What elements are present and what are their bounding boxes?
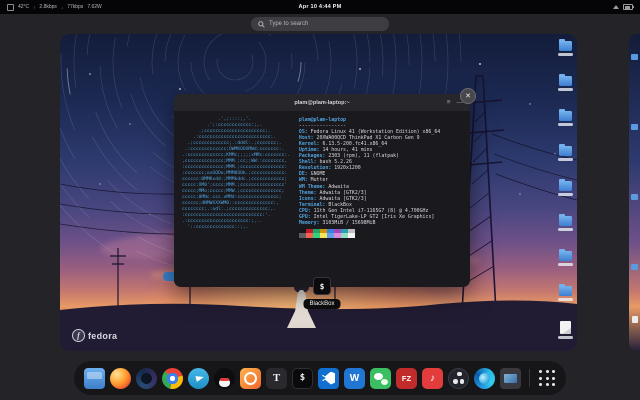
chat-bubble	[374, 373, 383, 380]
dash-dock: T $ W FZ ♪	[74, 361, 566, 395]
wps-glyph: W	[350, 373, 359, 384]
dock-icon-downloader[interactable]	[240, 368, 261, 389]
palette-swatch	[299, 233, 306, 238]
dock-icon-browser-dark[interactable]	[136, 368, 157, 389]
dock-icon-displays[interactable]	[500, 368, 521, 389]
search-placeholder: Type to search	[269, 21, 308, 27]
filezilla-glyph: FZ	[402, 374, 411, 383]
dock-icon-messenger[interactable]	[370, 368, 391, 389]
penguin-scarf	[220, 378, 229, 381]
obs-lobe	[457, 372, 462, 377]
dock-separator	[529, 369, 530, 387]
palette-swatch	[313, 233, 320, 238]
desktop-icon-folder[interactable]	[558, 286, 573, 301]
fetch-row: Memory: 3103MiB / 15698MiB	[299, 220, 440, 226]
ring-glyph	[244, 372, 257, 385]
folder-icon	[631, 194, 638, 200]
desktop-icon-file[interactable]	[558, 321, 573, 339]
next-workspace-preview[interactable]	[629, 34, 640, 351]
terminal-titlebar[interactable]: plam@plam-laptop:~ ≡ —	[174, 94, 470, 111]
terminal-title: plam@plam-laptop:~	[294, 100, 349, 106]
gnome-activities-overview: 42°C ↑ 2.8kbps ↓ 77kbps 7.62W Apr 10 4:4…	[0, 0, 640, 400]
dock-icon-qq[interactable]	[214, 368, 235, 389]
power-draw: 7.62W	[87, 4, 101, 10]
desktop-icon-folder[interactable]	[558, 76, 573, 91]
search-input[interactable]: Type to search	[251, 17, 389, 31]
system-status-area[interactable]	[613, 4, 633, 10]
fastfetch-output: plam@plam-laptop ---------------- OS: Fe…	[299, 117, 440, 238]
desktop-icon-folder[interactable]	[558, 146, 573, 161]
blackbox-app-badge[interactable]: $	[313, 277, 331, 295]
dock-icon-chrome[interactable]	[162, 368, 183, 389]
obs-lobe	[460, 379, 465, 384]
monitor-screen	[504, 374, 517, 383]
folder-icon	[631, 124, 638, 130]
fetch-info-rows: OS: Fedora Linux 41 (Workstation Edition…	[299, 129, 440, 226]
cpu-icon	[7, 4, 14, 11]
system-monitor-indicators[interactable]: 42°C ↑ 2.8kbps ↓ 77kbps 7.62W	[7, 4, 102, 11]
dock-icon-edge[interactable]	[474, 368, 495, 389]
dock-icon-wps-writer[interactable]: W	[344, 368, 365, 389]
fedora-watermark: f fedora	[72, 329, 117, 342]
download-arrow-icon: ↓	[61, 5, 63, 10]
terminal-window[interactable]: plam@plam-laptop:~ ≡ — ✕ .',;::::;,'. .'…	[174, 94, 470, 287]
palette-swatch	[327, 233, 334, 238]
fedora-logo-icon: f	[72, 329, 85, 342]
temperature-indicator: 42°C	[18, 4, 29, 10]
close-window-button[interactable]: ✕	[460, 88, 476, 104]
dock-icon-obs[interactable]	[448, 368, 469, 389]
menu-icon[interactable]: ≡	[447, 99, 451, 106]
vscode-mark	[322, 372, 335, 385]
dock-icon-telegram[interactable]	[188, 368, 209, 389]
show-apps-button[interactable]	[538, 369, 556, 387]
desktop-icon-folder[interactable]	[558, 251, 573, 266]
search-icon	[258, 21, 265, 28]
folder-icon	[631, 54, 638, 60]
dock-icon-vscode[interactable]	[318, 368, 339, 389]
battery-icon	[623, 4, 633, 10]
palette-swatch	[320, 233, 327, 238]
dock-icon-typora[interactable]: T	[266, 368, 287, 389]
dock-icon-filezilla[interactable]: FZ	[396, 368, 417, 389]
dock-icon-firefox[interactable]	[110, 368, 131, 389]
terminal-color-palette	[299, 229, 440, 238]
typora-glyph: T	[273, 372, 280, 384]
fedora-wordmark: fedora	[88, 331, 117, 341]
wifi-icon	[613, 5, 619, 9]
palette-swatch	[348, 233, 355, 238]
dock-icon-blackbox-terminal[interactable]: $	[292, 368, 313, 389]
dock-icon-files[interactable]	[84, 368, 105, 389]
desktop-icons	[558, 41, 573, 339]
file-icon	[632, 316, 638, 323]
palette-swatch	[341, 233, 348, 238]
desktop-icon-folder[interactable]	[558, 216, 573, 231]
palette-swatch	[334, 233, 341, 238]
download-speed: 77kbps	[67, 4, 83, 10]
folder-icon	[631, 264, 638, 270]
desktop-icon-folder[interactable]	[558, 41, 573, 56]
paper-plane-icon	[195, 374, 204, 382]
chat-bubble	[381, 379, 388, 385]
palette-swatch	[306, 233, 313, 238]
desktop-icon-folder[interactable]	[558, 181, 573, 196]
clock[interactable]: Apr 10 4:44 PM	[299, 4, 342, 10]
desktop-icon-folder[interactable]	[558, 111, 573, 126]
top-bar: 42°C ↑ 2.8kbps ↓ 77kbps 7.62W Apr 10 4:4…	[0, 0, 640, 14]
upload-speed: 2.8kbps	[39, 4, 57, 10]
music-note-icon: ♪	[430, 373, 435, 384]
fedora-ascii-art: .',;::::;,'. .';:cccccccccccc:;,. .;cccc…	[182, 117, 290, 238]
terminal-content: .',;::::;,'. .';:cccccccccccc:;,. .;cccc…	[174, 111, 470, 244]
dock-icon-music[interactable]: ♪	[422, 368, 443, 389]
window-title-tooltip: BlackBox	[303, 299, 340, 309]
palette-row-2	[299, 233, 440, 238]
obs-lobe	[453, 379, 458, 384]
prompt-glyph: $	[300, 373, 305, 383]
girl-dress	[287, 290, 316, 328]
upload-arrow-icon: ↑	[33, 5, 35, 10]
